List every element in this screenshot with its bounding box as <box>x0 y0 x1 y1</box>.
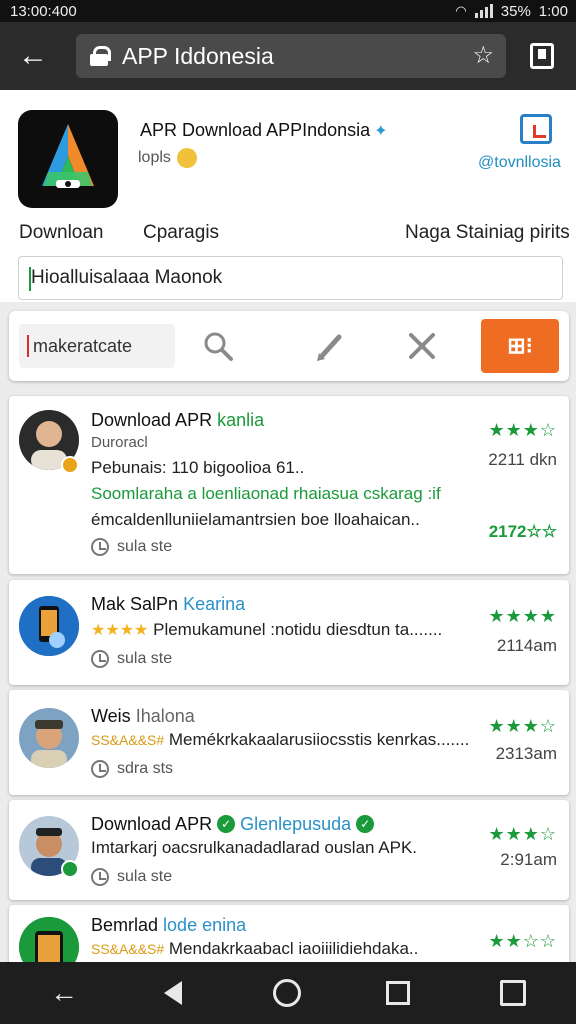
action-toolbar: makeratcate ⊞⁝ <box>9 311 569 381</box>
publisher-handle[interactable]: @tovnllosia <box>478 154 561 172</box>
item-subtitle: Duroracl <box>91 434 148 451</box>
coin-icon <box>176 148 197 168</box>
item-description: Imtarkarj oacsrulkanadadlarad ouslan APK… <box>91 838 418 857</box>
item-time: 2211 dkn <box>488 450 557 469</box>
app-title: APR Download APPIndonsia ✦ <box>140 120 388 140</box>
back-arrow-icon[interactable]: ← <box>14 38 52 76</box>
nav-back-arrow-icon[interactable]: ← <box>46 976 82 1012</box>
rating-stars: ★★★☆ <box>488 420 557 440</box>
battery-percent: 35% <box>500 2 531 20</box>
verified-check-icon: ✓ <box>217 815 236 833</box>
system-nav-bar: ← <box>0 962 576 1024</box>
download-label[interactable]: Downloan <box>19 222 104 244</box>
badge-icon <box>61 456 79 474</box>
item-status: sdra sts <box>91 760 173 778</box>
nav-recents-icon[interactable] <box>386 981 410 1005</box>
item-description: ★★★★ Plemukamunel :notidu diesdtun ta...… <box>91 620 443 639</box>
pen-icon[interactable] <box>313 329 347 371</box>
clock-icon <box>91 538 109 556</box>
rating-stars: ★★★★ <box>488 606 557 626</box>
status-clock: 1:00 <box>538 2 568 20</box>
item-description: Pebunais: 110 bigoolioa 61.. <box>91 458 305 477</box>
nav-edit-icon[interactable] <box>500 980 526 1006</box>
tabs-icon[interactable] <box>530 43 554 69</box>
item-description: SS&A&&S# Memékrkakaalarusiiocsstis kenrk… <box>91 730 470 749</box>
verified-check-icon: ✓ <box>356 815 375 833</box>
search-icon[interactable] <box>201 329 235 371</box>
item-title: Bemrlad lode enina <box>91 915 247 935</box>
item-time: 2:91am <box>500 850 557 869</box>
star-rating-icon: SS&A&&S# <box>91 941 165 957</box>
item-status: sula ste <box>91 868 172 886</box>
item-description: SS&A&&S# Mendakrkaabacl iaoiiilidiehdaka… <box>91 939 419 958</box>
item-time: 2313am <box>495 744 557 763</box>
rating-summary-label[interactable]: Naga Stainiag pirits <box>405 222 570 244</box>
item-count: 2172☆☆ <box>488 522 557 541</box>
avatar <box>19 596 79 656</box>
category-label[interactable]: Cparagis <box>143 222 219 244</box>
rating-stars: ★★☆☆ <box>488 931 557 951</box>
item-title: Download APR kanlia <box>91 410 265 430</box>
verified-icon: ✦ <box>374 123 388 140</box>
bookmark-star-icon[interactable]: ☆ <box>472 41 494 70</box>
app-header: APR Download APPIndonsia ✦ lopls @tovnllo… <box>0 90 576 302</box>
clock-icon <box>91 868 109 886</box>
item-description-highlight: Soomlaraha a loenliaonad rhaiasua cskara… <box>91 484 441 503</box>
star-rating-icon: SS&A&&S# <box>91 732 165 748</box>
nav-back-icon[interactable] <box>164 981 182 1005</box>
clock-icon <box>91 760 109 778</box>
item-time: 2114am <box>496 636 557 655</box>
item-title: Mak SalPn Kearina <box>91 594 246 614</box>
item-status: sula ste <box>91 538 172 556</box>
nav-home-icon[interactable] <box>273 979 301 1007</box>
tools-icon[interactable] <box>405 329 439 371</box>
status-bar: 13:00:400 ◠ 35% 1:00 <box>0 0 576 22</box>
rating-stars: ★★★☆ <box>488 824 557 844</box>
star-rating-icon: ★★★★ <box>91 622 149 639</box>
list-item[interactable]: Download APR kanlia Duroracl Pebunais: 1… <box>9 396 569 574</box>
filter-input[interactable]: makeratcate <box>19 324 175 368</box>
item-title: Weis Ihalona <box>91 706 195 726</box>
wifi-icon: ◠ <box>455 3 467 18</box>
list-item[interactable]: Mak SalPn Kearina ★★★★ Plemukamunel :not… <box>9 580 569 685</box>
online-badge-icon <box>61 860 79 878</box>
rating-stars: ★★★☆ <box>488 716 557 736</box>
app-logo[interactable] <box>18 110 118 208</box>
search-field[interactable]: Hioalluisalaaa Maonok <box>18 256 563 300</box>
browser-toolbar: ← APP Iddonesia ☆ <box>0 22 576 90</box>
status-time: 13:00:400 <box>10 2 77 20</box>
list-item[interactable]: Weis Ihalona SS&A&&S# Memékrkakaalarusii… <box>9 690 569 795</box>
item-description-2: émcaldenlluniielamantrsien boe lloahaica… <box>91 510 420 529</box>
orange-action-button[interactable]: ⊞⁝ <box>481 319 559 373</box>
status-indicators: ◠ 35% 1:00 <box>455 3 568 20</box>
item-status: sula ste <box>91 650 172 668</box>
list-item[interactable]: Download APR ✓ Glenlepusuda ✓ Imtarkarj … <box>9 800 569 900</box>
address-bar[interactable]: APP Iddonesia ☆ <box>76 34 506 78</box>
clock-icon <box>91 650 109 668</box>
signal-icon <box>474 4 493 18</box>
publisher-logo-icon[interactable] <box>520 114 552 144</box>
avatar <box>19 708 79 768</box>
item-title: Download APR ✓ Glenlepusuda ✓ <box>91 814 375 835</box>
app-subtitle: lopls <box>138 148 197 168</box>
lock-icon <box>90 46 111 66</box>
url-text: APP Iddonesia <box>122 42 274 69</box>
